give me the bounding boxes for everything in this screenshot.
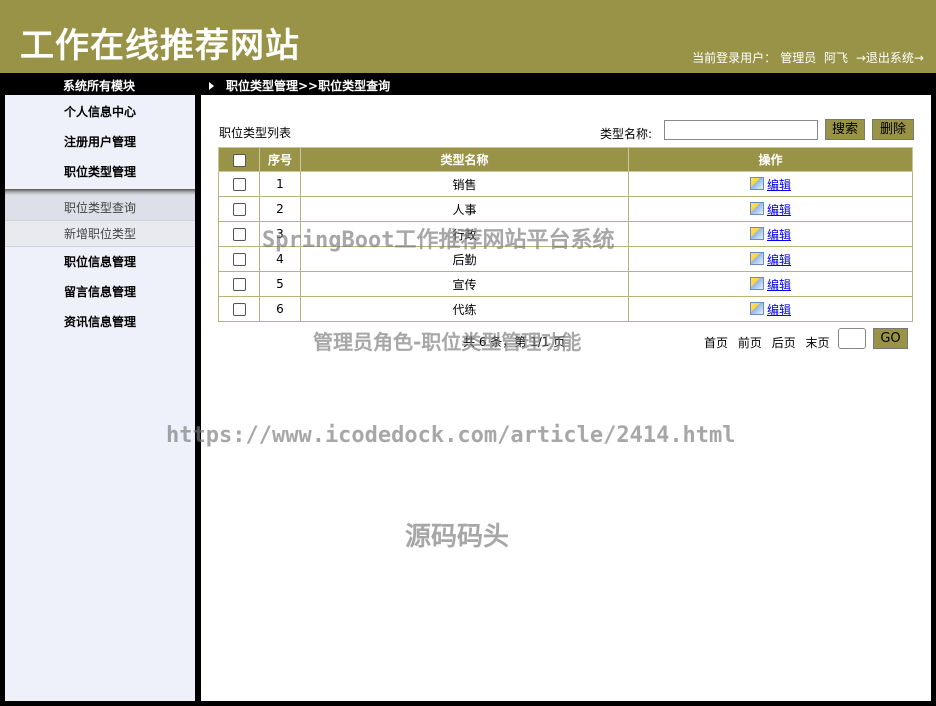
table-header-row: 序号 类型名称 操作 xyxy=(218,147,913,172)
header: 工作在线推荐网站 当前登录用户： 管理员 阿飞 →退出系统→ xyxy=(0,0,936,73)
user-role: 管理员 xyxy=(780,51,817,65)
row-action-cell: 编辑 xyxy=(628,296,913,322)
user-label: 当前登录用户： xyxy=(692,51,777,65)
edit-icon xyxy=(749,176,764,190)
breadcrumb: 职位类型管理>>职位类型查询 xyxy=(226,79,391,93)
pager-links: 首页 前页 后页 末页 xyxy=(704,334,836,351)
submenu-item-add[interactable]: 新增职位类型 xyxy=(5,221,195,247)
row-action-cell: 编辑 xyxy=(628,246,913,272)
row-type-name: 后勤 xyxy=(300,246,629,272)
edit-link[interactable]: 编辑 xyxy=(767,228,791,242)
row-type-name: 人事 xyxy=(300,196,629,222)
row-type-name: 代练 xyxy=(300,296,629,322)
breadcrumb-arrow-icon xyxy=(209,82,214,90)
edit-link[interactable]: 编辑 xyxy=(767,278,791,292)
top-bar: 系统所有模块 职位类型管理>>职位类型查询 xyxy=(0,73,936,95)
pager-last[interactable]: 末页 xyxy=(806,336,830,350)
list-title: 职位类型列表 xyxy=(219,126,292,140)
edit-link[interactable]: 编辑 xyxy=(767,178,791,192)
main-content: 职位类型列表 类型名称: 搜索 删除 序号 类型名称 操作 1 销售 编辑 2 … xyxy=(201,95,931,701)
row-index: 6 xyxy=(259,296,301,322)
table-row: 4 后勤 编辑 xyxy=(218,246,913,272)
row-checkbox[interactable] xyxy=(232,303,246,316)
row-checkbox[interactable] xyxy=(232,228,246,241)
sidebar-item-users[interactable]: 注册用户管理 xyxy=(5,127,195,157)
page-number-input[interactable] xyxy=(838,328,866,349)
row-index: 1 xyxy=(259,171,301,197)
row-checkbox[interactable] xyxy=(232,278,246,291)
table-row: 3 行政 编辑 xyxy=(218,221,913,247)
submenu-job-types: 职位类型查询 新增职位类型 xyxy=(5,195,195,247)
row-checkbox[interactable] xyxy=(232,253,246,266)
row-type-name: 销售 xyxy=(300,171,629,197)
submenu-item-query[interactable]: 职位类型查询 xyxy=(5,195,195,221)
edit-icon xyxy=(749,251,764,265)
row-index: 2 xyxy=(259,196,301,222)
row-action-cell: 编辑 xyxy=(628,221,913,247)
sidebar-item-profile[interactable]: 个人信息中心 xyxy=(5,97,195,127)
edit-link[interactable]: 编辑 xyxy=(767,253,791,267)
edit-icon xyxy=(749,276,764,290)
edit-link[interactable]: 编辑 xyxy=(767,203,791,217)
row-type-name: 行政 xyxy=(300,221,629,247)
row-action-cell: 编辑 xyxy=(628,271,913,297)
sidebar: 个人信息中心 注册用户管理 职位类型管理 职位类型查询 新增职位类型 职位信息管… xyxy=(5,95,195,701)
sidebar-item-jobs[interactable]: 职位信息管理 xyxy=(5,247,195,277)
sidebar-item-messages[interactable]: 留言信息管理 xyxy=(5,277,195,307)
table-row: 1 销售 编辑 xyxy=(218,171,913,197)
row-select-cell xyxy=(218,196,260,222)
column-header-name: 类型名称 xyxy=(300,147,629,172)
user-info: 当前登录用户： 管理员 阿飞 →退出系统→ xyxy=(688,49,924,66)
pager-summary: 共 6 条，第 1/1 页 xyxy=(463,335,566,349)
row-index: 5 xyxy=(259,271,301,297)
row-index: 3 xyxy=(259,221,301,247)
pager-prev[interactable]: 前页 xyxy=(738,336,762,350)
row-select-cell xyxy=(218,296,260,322)
row-checkbox[interactable] xyxy=(232,203,246,216)
row-index: 4 xyxy=(259,246,301,272)
table-row: 6 代练 编辑 xyxy=(218,296,913,322)
user-name: 阿飞 xyxy=(824,51,849,65)
row-select-cell xyxy=(218,271,260,297)
select-all-header xyxy=(218,147,260,172)
pager-first[interactable]: 首页 xyxy=(704,336,728,350)
edit-icon xyxy=(749,301,764,315)
edit-link[interactable]: 编辑 xyxy=(767,303,791,317)
modules-title: 系统所有模块 xyxy=(62,79,135,93)
table-row: 5 宣传 编辑 xyxy=(218,271,913,297)
go-button[interactable]: GO xyxy=(873,328,908,349)
row-select-cell xyxy=(218,221,260,247)
select-all-checkbox[interactable] xyxy=(232,153,246,167)
site-title: 工作在线推荐网站 xyxy=(20,26,300,66)
edit-icon xyxy=(749,226,764,240)
job-type-table: 序号 类型名称 操作 1 销售 编辑 2 人事 编辑 3 行政 编辑 4 后勤 … xyxy=(218,147,913,322)
edit-icon xyxy=(749,201,764,215)
row-select-cell xyxy=(218,171,260,197)
search-input[interactable] xyxy=(664,120,818,140)
row-select-cell xyxy=(218,246,260,272)
logout-link[interactable]: →退出系统→ xyxy=(856,51,924,65)
delete-button[interactable]: 删除 xyxy=(872,119,914,140)
row-checkbox[interactable] xyxy=(232,178,246,191)
pager-next[interactable]: 后页 xyxy=(772,336,796,350)
search-label: 类型名称: xyxy=(600,127,653,141)
search-button[interactable]: 搜索 xyxy=(825,119,865,140)
column-header-index: 序号 xyxy=(259,147,301,172)
row-action-cell: 编辑 xyxy=(628,196,913,222)
row-type-name: 宣传 xyxy=(300,271,629,297)
row-action-cell: 编辑 xyxy=(628,171,913,197)
sidebar-item-job-types[interactable]: 职位类型管理 xyxy=(5,157,195,187)
column-header-action: 操作 xyxy=(628,147,913,172)
table-row: 2 人事 编辑 xyxy=(218,196,913,222)
sidebar-item-news[interactable]: 资讯信息管理 xyxy=(5,307,195,337)
